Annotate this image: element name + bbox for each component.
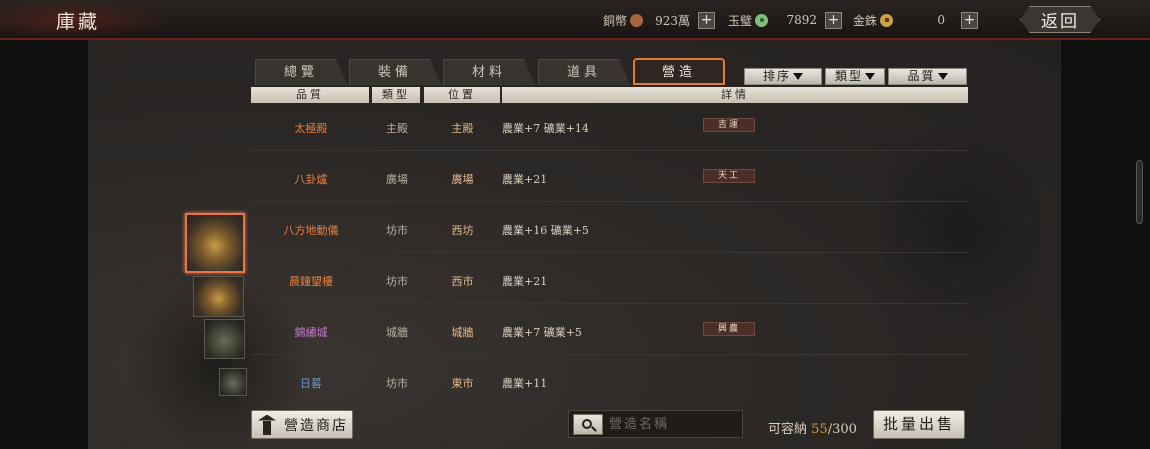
left-backdrop: [0, 40, 88, 449]
tab-overview[interactable]: 總覽: [255, 59, 347, 85]
chevron-down-icon: [937, 73, 948, 80]
chevron-down-icon: [793, 73, 803, 80]
currency-copper: 銅幣 923萬 +: [603, 10, 716, 30]
construction-shop-button[interactable]: 營造商店: [251, 410, 353, 439]
type-dropdown[interactable]: 類型: [825, 68, 885, 85]
building-type: 廣場: [386, 173, 408, 186]
column-header-quality: 品質: [251, 87, 369, 103]
building-detail: 農業+21: [502, 173, 548, 186]
currency-label: 銅幣: [603, 13, 628, 28]
add-copper-button[interactable]: +: [698, 11, 716, 29]
building-type: 主殿: [386, 122, 408, 135]
sort-dropdown[interactable]: 排序: [744, 68, 822, 85]
type-dropdown-label: 類型: [834, 69, 863, 83]
building-position: 主殿: [451, 122, 474, 135]
table-row[interactable]: 日晷 坊市 東市 農業+11: [251, 359, 968, 402]
building-detail: 農業+7 礦業+14: [502, 122, 589, 135]
jade-disc-icon: [755, 13, 769, 27]
building-type: 城牆: [386, 326, 408, 339]
building-thumbnail[interactable]: [193, 276, 244, 317]
pagoda-icon: [258, 415, 276, 435]
currency-label: 金銖: [853, 13, 878, 28]
building-name: 太極殿: [294, 122, 328, 135]
currency-label: 玉璧: [728, 13, 753, 28]
table-row[interactable]: 八卦爐 廣場 廣場 農業+21 天工: [251, 155, 968, 202]
table-row[interactable]: 晨鐘望樓 坊市 西市 農業+21: [251, 257, 968, 304]
search-button[interactable]: [573, 414, 603, 435]
page-title: 庫藏: [56, 11, 101, 33]
building-type: 坊市: [386, 275, 408, 288]
sort-dropdown-label: 排序: [762, 69, 791, 83]
search-input[interactable]: [609, 414, 737, 435]
gold-coin-icon: [880, 13, 894, 27]
building-detail: 農業+21: [502, 275, 548, 288]
status-badge: 天工: [703, 169, 755, 183]
column-header-position: 位置: [424, 87, 500, 103]
building-position: 東市: [451, 377, 474, 390]
column-header-type: 類型: [372, 87, 420, 103]
top-bar: 庫藏 銅幣 923萬 + 玉璧 7892 + 金銖 0 + 返回: [0, 0, 1150, 40]
building-thumbnail-selected[interactable]: [185, 213, 245, 273]
status-badge: 吉運: [703, 118, 755, 132]
building-position: 城牆: [451, 326, 474, 339]
tab-materials[interactable]: 材料: [443, 59, 535, 85]
building-name: 八卦爐: [294, 173, 328, 186]
table-row[interactable]: 太極殿 主殿 主殿 農業+7 礦業+14 吉運: [251, 104, 968, 151]
copper-coin-icon: [630, 13, 644, 27]
building-thumbnail[interactable]: [219, 368, 247, 396]
building-type: 坊市: [386, 224, 408, 237]
building-type: 坊市: [386, 377, 408, 390]
currency-value: 0: [937, 13, 946, 27]
building-detail: 農業+11: [502, 377, 548, 390]
right-backdrop: [1061, 40, 1150, 449]
search-icon-handle: [591, 426, 597, 432]
currency-jade: 玉璧 7892 +: [728, 10, 843, 30]
quality-dropdown-label: 品質: [907, 69, 936, 83]
back-button-label: 返回: [1041, 12, 1079, 32]
table-row[interactable]: 錦繡城 城牆 城牆 農業+7 礦業+5 興農: [251, 308, 968, 355]
building-name: 八方地動儀: [283, 224, 339, 237]
status-badge: 興農: [703, 322, 755, 336]
bulk-sell-button[interactable]: 批量出售: [873, 410, 965, 439]
column-header-detail: 詳情: [502, 87, 968, 103]
scrollbar[interactable]: [1136, 160, 1143, 224]
building-name: 錦繡城: [294, 326, 328, 339]
tab-equipment[interactable]: 裝備: [349, 59, 441, 85]
add-gold-button[interactable]: +: [961, 11, 979, 29]
add-jade-button[interactable]: +: [825, 11, 843, 29]
building-detail: 農業+16 礦業+5: [502, 224, 589, 237]
back-button[interactable]: 返回: [1020, 6, 1100, 33]
building-list: 太極殿 主殿 主殿 農業+7 礦業+14 吉運 八卦爐 廣場 廣場 農業+21 …: [251, 104, 968, 402]
capacity-used: 55: [811, 422, 828, 437]
construction-shop-label: 營造商店: [284, 417, 348, 434]
building-detail: 農業+7 礦業+5: [502, 326, 582, 339]
currency-gold: 金銖 0 +: [853, 10, 979, 30]
building-thumbnail[interactable]: [204, 319, 245, 359]
search-bar: [568, 410, 743, 438]
currency-value: 923萬: [655, 13, 691, 28]
building-name: 晨鐘望樓: [289, 275, 333, 288]
tab-items[interactable]: 道具: [538, 59, 630, 85]
building-position: 廣場: [451, 173, 474, 186]
capacity-readout: 可容納 55/300: [768, 418, 857, 437]
capacity-label: 可容納: [768, 422, 808, 437]
quality-dropdown[interactable]: 品質: [888, 68, 967, 85]
chevron-down-icon: [865, 73, 875, 80]
capacity-total: /300: [827, 422, 857, 437]
tab-construction[interactable]: 營造: [633, 58, 725, 85]
currency-value: 7892: [786, 13, 818, 27]
table-row[interactable]: 八方地動儀 坊市 西坊 農業+16 礦業+5: [251, 206, 968, 253]
building-position: 西坊: [451, 224, 474, 237]
building-name: 日晷: [300, 377, 322, 390]
building-position: 西市: [451, 275, 474, 288]
